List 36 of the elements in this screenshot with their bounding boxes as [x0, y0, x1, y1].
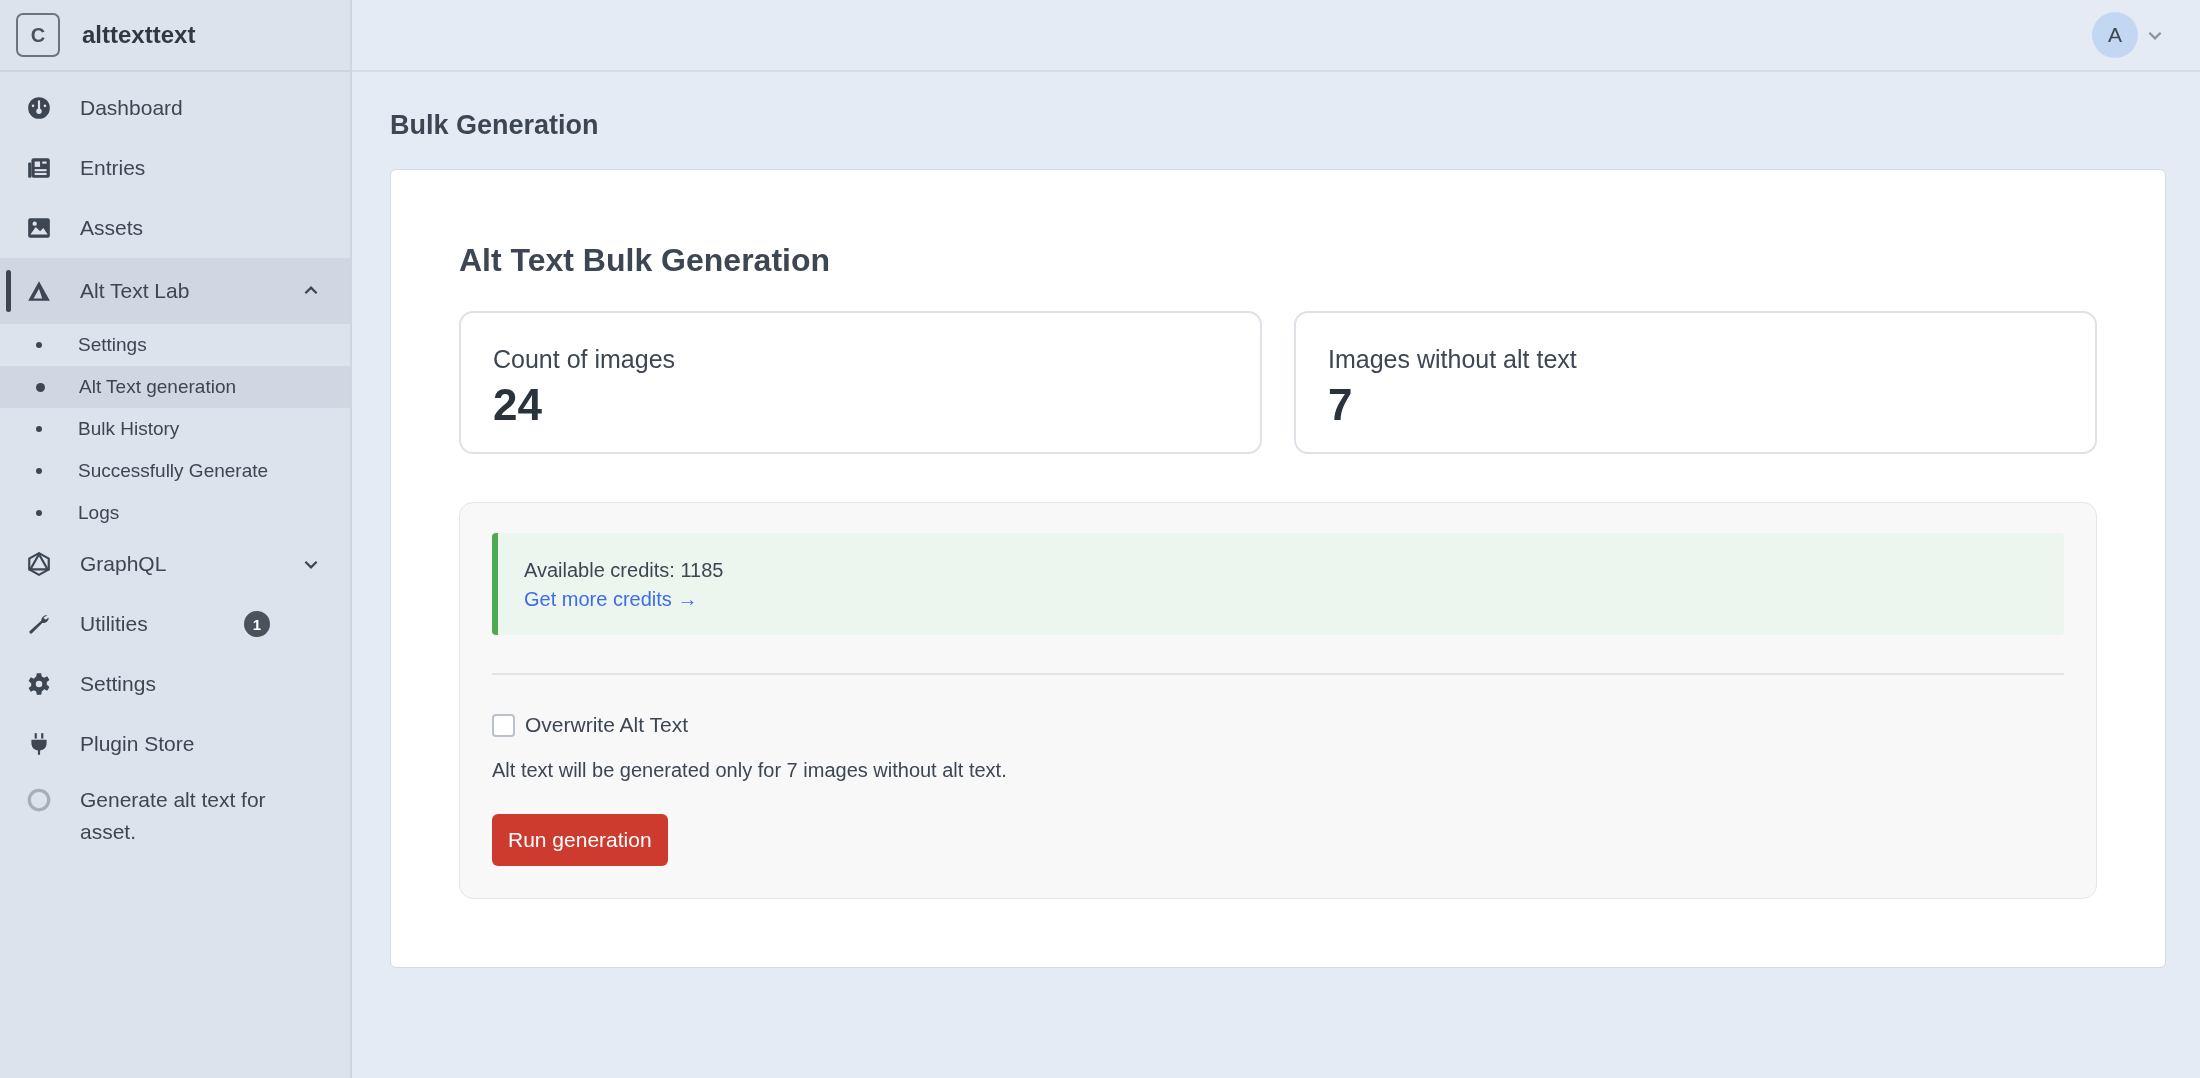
image-icon — [26, 215, 52, 241]
stat-value: 7 — [1328, 380, 1354, 430]
site-name: alttexttext — [82, 21, 196, 49]
user-avatar[interactable]: A — [2092, 12, 2138, 58]
stat-label: Count of images — [493, 345, 677, 374]
sidebar-item[interactable]: Assets — [0, 198, 350, 258]
submenu-item[interactable]: Logs — [0, 492, 350, 534]
count-badge: 1 — [244, 611, 270, 637]
page-title: Bulk Generation — [390, 110, 600, 141]
submenu-item[interactable]: Bulk History — [0, 408, 350, 450]
sidebar-item[interactable]: Entries — [0, 138, 350, 198]
site-logo[interactable]: C — [16, 13, 60, 57]
get-credits-link[interactable]: Get more credits → — [524, 588, 698, 611]
sidebar-item[interactable]: Alt Text Lab — [0, 258, 350, 324]
stat-value: 24 — [493, 380, 543, 430]
sidebar-item[interactable]: Generate alt text for asset. — [0, 774, 350, 858]
newspaper-icon — [26, 155, 52, 181]
sidebar-item[interactable]: Settings — [0, 654, 350, 714]
sidebar-item[interactable]: Utilities 1 — [0, 594, 350, 654]
submenu-item[interactable]: Successfully Generate — [0, 450, 350, 492]
sidebar-item[interactable]: GraphQL — [0, 534, 350, 594]
submenu-item[interactable]: Settings — [0, 324, 350, 366]
card-title: Alt Text Bulk Generation — [459, 242, 831, 279]
sidebar-item[interactable]: Plugin Store — [0, 714, 350, 774]
overwrite-checkbox[interactable] — [492, 713, 515, 737]
run-generation-button[interactable]: Run generation — [492, 814, 668, 866]
stat-label: Images without alt text — [1328, 345, 1578, 374]
gauge-icon — [26, 95, 52, 121]
credits-text: Available credits: 1185 — [524, 559, 725, 582]
circle-icon — [26, 787, 52, 813]
hexagon-icon — [26, 551, 52, 577]
checkbox-label: Overwrite Alt Text — [525, 713, 688, 737]
sidebar-item[interactable]: Dashboard — [0, 78, 350, 138]
info-text: Alt text will be generated only for 7 images without alt text. — [492, 759, 1008, 782]
settings-icon — [26, 671, 52, 697]
submenu-item[interactable]: Alt Text generation — [0, 366, 350, 408]
